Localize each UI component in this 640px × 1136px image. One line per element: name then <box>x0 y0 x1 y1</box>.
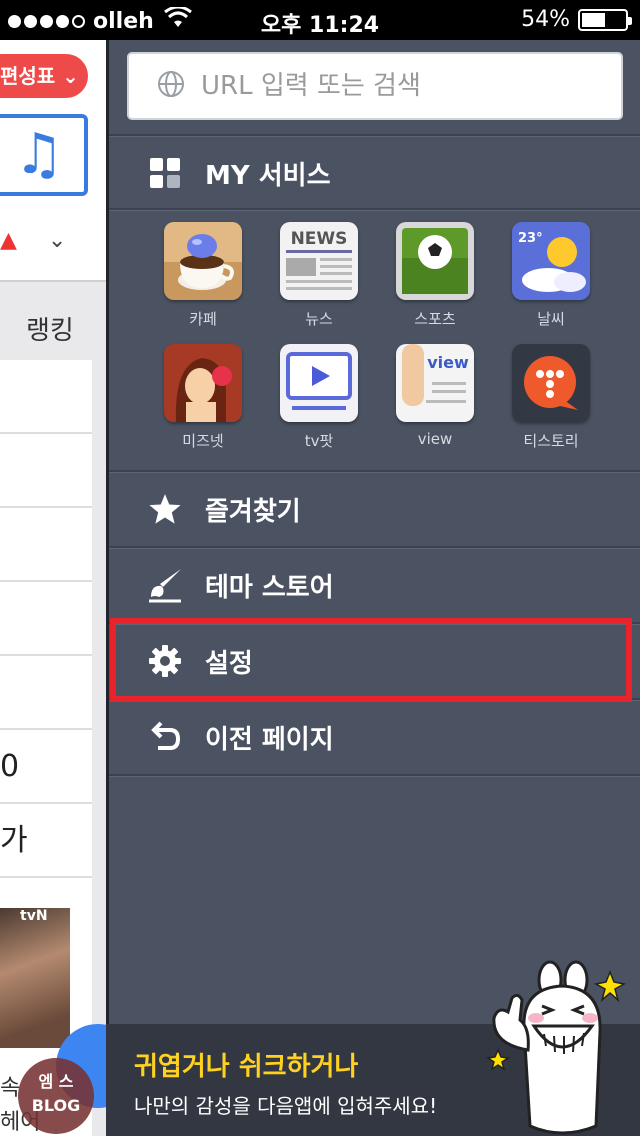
tab-ranking[interactable]: 랭킹 <box>26 310 74 347</box>
cafe-icon <box>164 222 242 300</box>
channel-tag: tvN <box>20 908 48 924</box>
grid-icon <box>147 155 183 191</box>
list-item[interactable] <box>0 508 92 582</box>
back-arrow-icon <box>147 719 183 755</box>
list-item[interactable]: 가 <box>0 804 92 878</box>
app-sports[interactable]: 스포츠 <box>385 222 485 329</box>
schedule-dropdown-label: 편성표 <box>0 64 56 88</box>
menu-item-label: 이전 페이지 <box>205 724 334 755</box>
settings-highlight-box <box>110 618 632 702</box>
blog-watermark: 엠 스 BLOG <box>18 1058 94 1134</box>
miznet-icon <box>164 344 242 422</box>
chevron-down-icon[interactable]: ⌄ <box>48 228 66 253</box>
menu-item-label: 즐겨찾기 <box>205 496 301 527</box>
url-input[interactable] <box>201 71 601 101</box>
news-icon: NEWS <box>280 222 358 300</box>
weather-icon: 23° <box>512 222 590 300</box>
app-tistory[interactable]: 티스토리 <box>501 344 601 451</box>
list-item[interactable] <box>0 582 92 656</box>
tistory-icon <box>512 344 590 422</box>
app-label: 티스토리 <box>523 432 579 450</box>
app-label: tv팟 <box>304 432 334 450</box>
app-news[interactable]: NEWS 뉴스 <box>269 222 369 329</box>
promo-title: 귀엽거나 쉬크하거나 <box>134 1052 359 1082</box>
app-tvpot[interactable]: tv팟 <box>269 344 369 451</box>
divider <box>109 774 640 777</box>
battery-icon <box>578 8 632 31</box>
url-search-bar[interactable] <box>127 52 623 120</box>
list-item[interactable] <box>0 656 92 730</box>
scroll-gutter <box>92 360 106 1136</box>
list-item[interactable]: 0 <box>0 730 92 804</box>
chevron-down-icon: ⌄ <box>62 64 79 88</box>
battery-level-fill <box>582 12 605 27</box>
battery-percent: 54% <box>521 7 570 32</box>
up-arrow-icon: ▲ <box>0 228 17 253</box>
divider <box>109 208 640 211</box>
app-label: 미즈넷 <box>182 432 224 450</box>
tvpot-icon <box>280 344 358 422</box>
background-page[interactable]: 편성표 ⌄ ♫ ▲ ⌄ 랭킹 0 가 tvN 속 헤어 엠 스 BLOG <box>0 40 106 1136</box>
app-cafe[interactable]: 카페 <box>153 222 253 329</box>
blog-watermark-line1: 엠 스 <box>38 1072 74 1091</box>
thumbnail-image[interactable]: tvN <box>0 908 70 1048</box>
my-services-header[interactable]: MY 서비스 <box>109 136 640 210</box>
app-label: 날씨 <box>537 310 565 328</box>
mascot-illustration <box>472 958 640 1136</box>
status-bar-right: 54% <box>521 7 632 32</box>
app-label: 카페 <box>189 310 217 328</box>
menu-item-favorites[interactable]: 즐겨찾기 <box>109 472 640 546</box>
promo-subtitle: 나만의 감성을 다음앱에 입혀주세요! <box>134 1094 438 1118</box>
my-services-label: MY 서비스 <box>205 160 331 191</box>
app-weather[interactable]: 23° 날씨 <box>501 222 601 329</box>
schedule-dropdown[interactable]: 편성표 ⌄ <box>0 54 88 98</box>
app-view[interactable]: view view <box>385 344 485 448</box>
list-item[interactable] <box>0 434 92 508</box>
list-item[interactable] <box>0 360 92 434</box>
app-miznet[interactable]: 미즈넷 <box>153 344 253 451</box>
news-tile-text: NEWS <box>291 229 348 249</box>
app-label: view <box>417 430 453 448</box>
blog-watermark-line2: BLOG <box>31 1096 81 1115</box>
sports-icon <box>396 222 474 300</box>
ranking-list: 0 가 <box>0 360 92 878</box>
menu-item-back[interactable]: 이전 페이지 <box>109 700 640 774</box>
view-tile-text: view <box>427 353 469 372</box>
app-label: 스포츠 <box>414 310 456 328</box>
menu-item-label: 테마 스토어 <box>205 572 334 603</box>
view-icon: view <box>396 344 474 422</box>
menu-item-theme-store[interactable]: 테마 스토어 <box>109 548 640 622</box>
brush-icon <box>147 567 183 603</box>
music-note-icon[interactable]: ♫ <box>0 114 88 196</box>
rank-arrows: ▲ ⌄ <box>0 228 66 253</box>
app-label: 뉴스 <box>305 310 333 328</box>
weather-tile-text: 23° <box>518 231 543 246</box>
status-bar: olleh 오후 11:24 54% <box>0 0 640 40</box>
star-icon <box>147 491 183 527</box>
globe-icon <box>157 70 185 102</box>
